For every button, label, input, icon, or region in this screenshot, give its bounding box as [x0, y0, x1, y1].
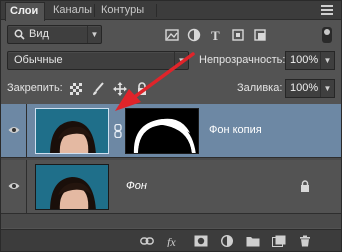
- fx-icon[interactable]: fx: [166, 235, 184, 247]
- trash-icon[interactable]: [298, 235, 312, 247]
- eye-icon: [8, 183, 20, 189]
- chevron-down-icon: ▼: [87, 26, 101, 43]
- smart-object-filter-icon[interactable]: [253, 28, 267, 42]
- panel-menu-icon[interactable]: [321, 5, 333, 15]
- fill-label: Заливка:: [237, 82, 283, 94]
- search-icon: [14, 29, 25, 40]
- layer-name[interactable]: Фон копия: [209, 124, 262, 136]
- new-layer-icon[interactable]: [272, 235, 286, 247]
- type-filter-icon[interactable]: T: [209, 28, 223, 42]
- lock-position-icon[interactable]: [113, 82, 127, 96]
- layer-row-background-copy[interactable]: Фон копия: [1, 104, 341, 158]
- opacity-field[interactable]: 100% ▼: [285, 51, 335, 70]
- lock-row: Закрепить: Заливка: 100% ▼: [1, 79, 341, 99]
- blend-row: Обычные ▼ Непрозрачность: 100% ▼: [1, 51, 341, 71]
- tab-divider: [94, 4, 95, 17]
- layers-panel: Слои Каналы Контуры Вид ▼ T Обычные ▼ Не…: [0, 0, 342, 252]
- adjustment-icon[interactable]: [220, 235, 234, 247]
- group-icon[interactable]: [246, 235, 260, 247]
- lock-transparent-pixels-icon[interactable]: [69, 82, 83, 96]
- opacity-value: 100%: [290, 54, 319, 66]
- blend-mode-dropdown[interactable]: Обычные ▼: [7, 51, 189, 70]
- chevron-down-icon: ▼: [320, 80, 334, 97]
- tab-layers[interactable]: Слои: [5, 2, 45, 21]
- chevron-down-icon: ▼: [174, 52, 188, 69]
- layers-footer: fx: [1, 229, 341, 251]
- layer-mask-thumbnail[interactable]: [125, 108, 199, 154]
- portrait-thumbnail-image: [36, 165, 108, 209]
- layer-thumbnail[interactable]: [35, 164, 109, 210]
- fill-field[interactable]: 100% ▼: [285, 79, 335, 98]
- mask-thumbnail-image: [126, 109, 198, 153]
- shape-filter-icon[interactable]: [231, 28, 245, 42]
- layer-thumbnail[interactable]: [35, 108, 109, 154]
- tab-channels[interactable]: Каналы: [49, 2, 97, 20]
- link-chain-icon[interactable]: [114, 124, 122, 138]
- filter-toggle-icon[interactable]: [321, 27, 333, 43]
- layers-list: Фон копия Фон: [1, 104, 341, 228]
- add-mask-icon[interactable]: [194, 235, 208, 247]
- lock-image-pixels-icon[interactable]: [91, 82, 105, 96]
- layer-name[interactable]: Фон: [126, 180, 147, 192]
- visibility-toggle[interactable]: [1, 160, 27, 214]
- eye-icon: [8, 127, 20, 133]
- fill-value: 100%: [290, 82, 319, 94]
- blend-mode-label: Обычные: [14, 54, 63, 66]
- visibility-toggle[interactable]: [1, 104, 27, 158]
- lock-all-icon[interactable]: [135, 82, 149, 96]
- image-filter-icon[interactable]: [165, 28, 179, 42]
- svg-text:fx: fx: [167, 235, 176, 247]
- tab-paths[interactable]: Контуры: [97, 2, 155, 20]
- portrait-thumbnail-image: [36, 109, 108, 153]
- chevron-down-icon: ▼: [320, 52, 334, 69]
- layer-row-background[interactable]: Фон: [1, 160, 341, 214]
- lock-icon: [301, 180, 309, 192]
- svg-text:T: T: [211, 28, 220, 42]
- link-icon[interactable]: [140, 235, 154, 247]
- filter-kind-dropdown[interactable]: Вид ▼: [7, 25, 102, 44]
- filter-kind-label: Вид: [29, 28, 49, 40]
- adjustment-filter-icon[interactable]: [187, 28, 201, 42]
- filter-row: Вид ▼ T: [1, 25, 341, 45]
- tab-divider: [156, 4, 157, 17]
- tab-bar: Слои Каналы Контуры: [1, 1, 341, 21]
- opacity-label: Непрозрачность:: [199, 54, 286, 66]
- lock-label: Закрепить:: [7, 82, 63, 94]
